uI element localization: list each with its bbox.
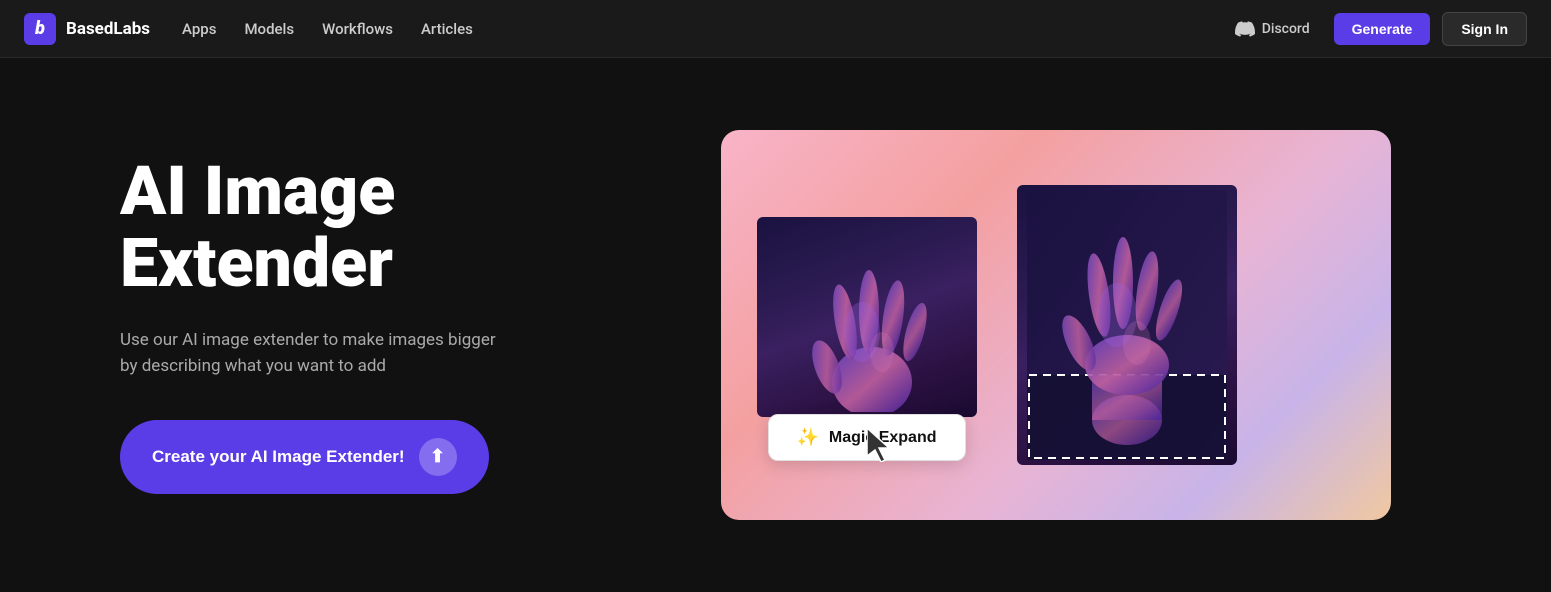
navbar: b BasedLabs Apps Models Workflows Articl… [0,0,1551,58]
discord-button[interactable]: Discord [1223,13,1322,45]
navbar-right: Discord Generate Sign In [1223,12,1527,46]
upload-icon: ⬆ [419,438,457,476]
hand-right-svg [1027,190,1227,460]
demo-left-card: ✨ Magic Expand [757,217,977,433]
hand-left-svg [787,222,947,412]
discord-label: Discord [1262,21,1310,37]
brand-logo-icon: b [24,13,56,45]
magic-wand-icon: ✨ [797,427,819,448]
hero-right: ✨ Magic Expand [680,130,1431,520]
nav-item-apps[interactable]: Apps [182,20,216,38]
hero-description: Use our AI image extender to make images… [120,327,500,380]
generate-button[interactable]: Generate [1334,13,1431,45]
nav-links: Apps Models Workflows Articles [182,20,473,38]
original-image [757,217,977,417]
demo-right-card [1017,185,1237,465]
brand-name: BasedLabs [66,19,150,39]
nav-item-articles[interactable]: Articles [421,20,473,38]
discord-icon [1235,19,1255,39]
mouse-cursor-svg [867,428,895,462]
hero-section: AI ImageExtender Use our AI image extend… [0,58,1551,592]
hero-title: AI ImageExtender [120,156,600,299]
nav-item-workflows[interactable]: Workflows [322,20,393,38]
signin-button[interactable]: Sign In [1442,12,1527,46]
brand: b BasedLabs [24,13,150,45]
demo-container: ✨ Magic Expand [721,130,1391,520]
cta-label: Create your AI Image Extender! [152,447,405,467]
expanded-image [1017,185,1237,465]
hero-left: AI ImageExtender Use our AI image extend… [120,156,600,493]
nav-item-models[interactable]: Models [244,20,294,38]
cursor-icon [867,428,895,469]
cta-button[interactable]: Create your AI Image Extender! ⬆ [120,420,489,494]
